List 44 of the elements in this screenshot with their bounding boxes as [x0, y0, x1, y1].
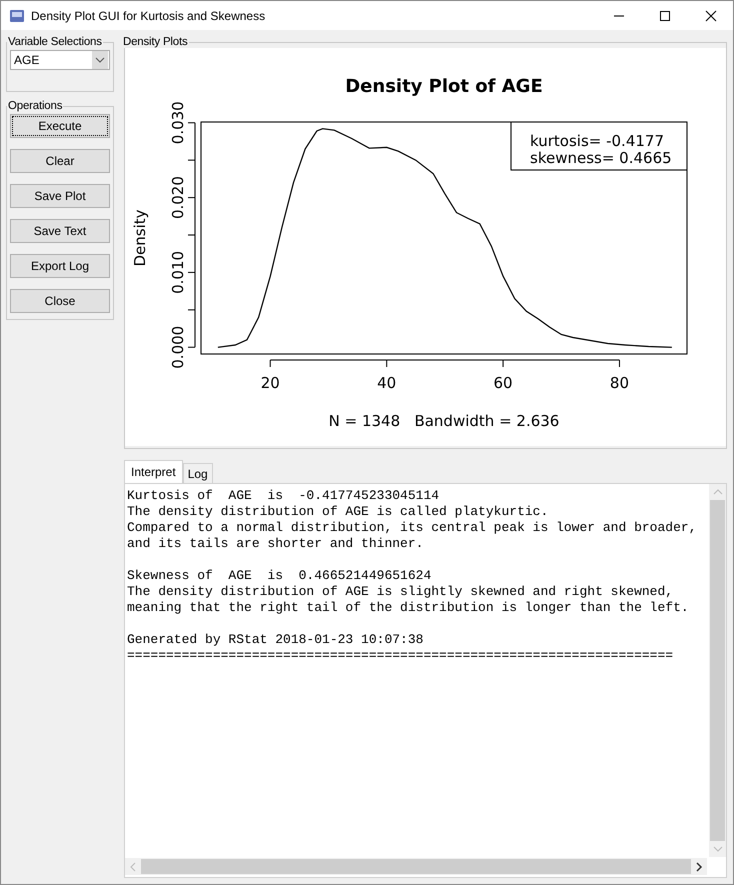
horizontal-scrollbar[interactable]	[125, 858, 707, 875]
operation-button[interactable]: Execute	[10, 114, 110, 138]
maximize-icon[interactable]	[659, 10, 671, 22]
variable-dropdown[interactable]: AGE	[10, 50, 110, 70]
y-tick-label: 0.010	[169, 250, 187, 294]
text-line: Kurtosis of AGE is -0.417745233045114	[127, 488, 440, 504]
legend-text: skewness= 0.4665	[530, 149, 672, 167]
text-line: The density distribution of AGE is slightly skewned and right skewned,	[127, 584, 674, 600]
scrollbar-thumb[interactable]	[710, 500, 725, 841]
legend-text: kurtosis= -0.4177	[530, 132, 664, 150]
operation-button[interactable]: Close	[10, 289, 110, 313]
operation-button[interactable]: Save Text	[10, 219, 110, 243]
text-line: meaning that the right tail of the distribution is longer than the left.	[127, 600, 689, 616]
x-axis-label: N = 1348 Bandwidth = 2.636	[328, 412, 560, 430]
group-label: Operations	[7, 100, 64, 112]
chart-title: Density Plot of AGE	[345, 76, 543, 97]
text-line: Skewness of AGE is 0.466521449651624	[127, 568, 432, 584]
caret-icon	[92, 51, 108, 69]
text-line: The density distribution of AGE is called platykurtic.	[127, 504, 548, 520]
window-title: Density Plot GUI for Kurtosis and Skewness	[31, 8, 266, 22]
text-line: Generated by RStat 2018-01-23 10:07:38	[127, 632, 424, 648]
operation-button[interactable]: Export Log	[10, 254, 110, 278]
tab[interactable]: Log	[182, 463, 213, 483]
group-label: Variable Selections	[7, 36, 103, 48]
x-tick-label: 40	[377, 374, 396, 392]
x-tick-label: 60	[494, 374, 513, 392]
y-axis-label: Density	[131, 209, 149, 267]
x-tick-label: 20	[260, 374, 280, 392]
tab[interactable]: Interpret	[124, 460, 183, 483]
vertical-scrollbar[interactable]	[709, 484, 726, 857]
y-tick-label: 0.030	[169, 101, 187, 144]
group-label: Density Plots	[122, 36, 189, 48]
operation-button[interactable]: Save Plot	[10, 184, 110, 208]
close-icon[interactable]	[705, 10, 717, 22]
y-tick-label: 0.020	[169, 176, 187, 220]
operation-button[interactable]: Clear	[10, 149, 110, 173]
text-line: and its tails are shorter and thinner.	[127, 536, 424, 552]
scrollbar-thumb[interactable]	[141, 859, 691, 874]
output-text-area[interactable]	[124, 483, 727, 878]
text-line: ======================================================================	[127, 648, 674, 664]
app-icon	[9, 8, 25, 24]
text-line: Compared to a normal distribution, its central peak is lower and broader,	[127, 520, 696, 536]
y-tick-label: 0.000	[169, 326, 187, 369]
x-tick-label: 80	[610, 374, 630, 392]
